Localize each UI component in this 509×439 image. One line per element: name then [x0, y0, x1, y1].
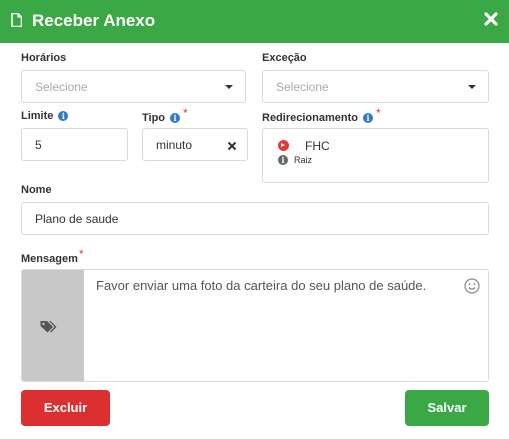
message-sidebar[interactable]: [22, 270, 84, 381]
redirect-arrow-icon: [278, 140, 289, 151]
info-icon[interactable]: i: [170, 113, 181, 123]
nome-value: Plano de saude: [35, 212, 119, 226]
required-asterisk: *: [183, 106, 188, 120]
horarios-placeholder: Selecione: [35, 80, 88, 94]
save-button[interactable]: Salvar: [405, 390, 489, 426]
excecao-label: Exceção: [262, 52, 307, 64]
limite-label: Limite i: [21, 110, 69, 122]
chevron-down-icon: [225, 85, 233, 89]
chevron-down-icon: [468, 85, 476, 89]
redirecionamento-field[interactable]: FHC i Raiz: [262, 128, 489, 183]
redirect-target: FHC: [305, 139, 330, 153]
message-text: Favor enviar uma foto da carteira do seu…: [96, 278, 427, 293]
horarios-label: Horários: [21, 52, 67, 64]
required-asterisk: *: [375, 106, 381, 120]
modal-title: Receber Anexo: [32, 11, 156, 30]
tags-icon[interactable]: [40, 320, 58, 334]
close-icon[interactable]: [483, 11, 499, 27]
info-icon[interactable]: i: [58, 111, 69, 121]
redirect-path: Raiz: [294, 155, 313, 165]
tipo-label: Tipo i *: [142, 106, 188, 124]
limite-value: 5: [35, 138, 42, 152]
mensagem-label: Mensagem*: [21, 247, 84, 265]
limite-input[interactable]: 5: [21, 128, 128, 161]
info-icon: i: [278, 155, 288, 165]
modal-header: Receber Anexo: [0, 0, 509, 43]
info-icon[interactable]: i: [362, 113, 373, 123]
excecao-select[interactable]: Selecione: [262, 70, 489, 103]
clear-icon[interactable]: [227, 141, 237, 151]
nome-input[interactable]: Plano de saude: [21, 202, 489, 235]
emoji-icon[interactable]: [464, 278, 480, 294]
required-asterisk: *: [78, 247, 84, 261]
redirecionamento-label: Redirecionamento i *: [262, 106, 381, 124]
tipo-value: minuto: [156, 138, 193, 152]
horarios-select[interactable]: Selecione: [21, 70, 246, 103]
nome-label: Nome: [21, 184, 52, 196]
tipo-select[interactable]: minuto: [142, 128, 248, 161]
delete-button[interactable]: Excluir: [21, 390, 110, 426]
document-icon: [11, 13, 22, 27]
excecao-placeholder: Selecione: [276, 80, 329, 94]
mensagem-textarea[interactable]: Favor enviar uma foto da carteira do seu…: [21, 269, 489, 382]
